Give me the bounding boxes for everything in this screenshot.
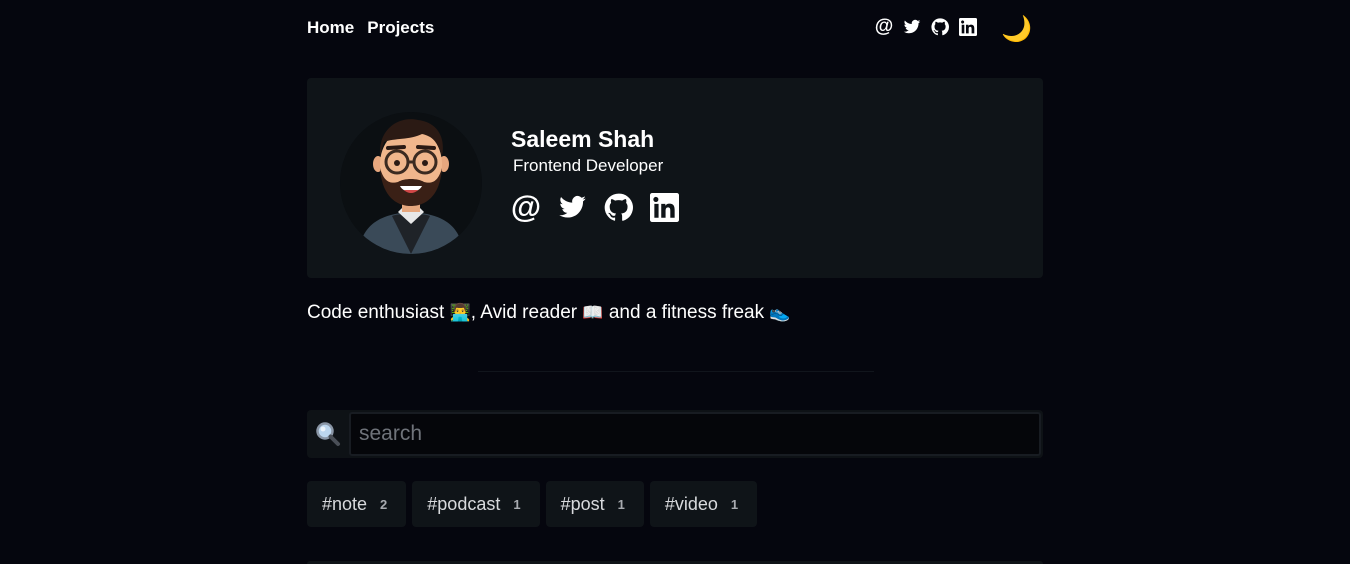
theme-toggle-moon-icon[interactable]: 🌙 [1001,14,1032,44]
book-emoji-icon: 📖 [582,303,604,322]
bio-part-3: and a fitness freak [608,302,765,323]
search-icon [313,419,343,449]
tag-podcast[interactable]: #podcast 1 [412,481,540,527]
email-icon[interactable]: @ [511,191,541,222]
nav-links: Home Projects [307,18,434,38]
tag-label: #post [560,493,605,514]
tag-list: #note 2 #podcast 1 #post 1 #video 1 [307,481,758,527]
bio-part-2: , Avid reader [470,302,578,323]
bio-part-1: Code enthusiast [307,302,445,323]
technologist-emoji-icon: 👨‍💻 [449,303,471,322]
tag-count: 2 [380,496,388,512]
tag-video[interactable]: #video 1 [649,481,758,527]
tag-note[interactable]: #note 2 [307,481,407,527]
tag-label: #video [664,493,718,514]
bio-text: Code enthusiast 👨‍💻, Avid reader 📖 and a… [307,302,791,324]
profile-name: Saleem Shah [511,126,655,152]
profile-social-links: @ [511,191,679,222]
twitter-icon[interactable] [903,18,921,36]
tag-count: 1 [730,496,739,512]
email-icon[interactable]: @ [875,17,894,36]
twitter-icon[interactable] [557,192,587,222]
tag-count: 1 [617,496,625,512]
search-bar [307,410,1043,458]
avatar [340,112,482,254]
section-divider [478,371,874,372]
search-input[interactable] [349,412,1041,456]
profile-card: Saleem Shah Frontend Developer @ [307,78,1043,278]
linkedin-icon[interactable] [649,192,679,222]
top-nav: Home Projects @ 🌙 [307,14,1043,44]
nav-social-links: @ [875,17,977,36]
tag-post[interactable]: #post 1 [545,481,644,527]
nav-projects-link[interactable]: Projects [367,18,434,38]
tag-label: #podcast [427,493,501,514]
tag-count: 1 [513,496,521,512]
linkedin-icon[interactable] [959,18,977,36]
nav-home-link[interactable]: Home [307,18,354,38]
page: Home Projects @ 🌙 Saleem Shah Frontend D… [0,0,1350,564]
shoe-emoji-icon: 👟 [769,303,791,322]
profile-role: Frontend Developer [513,156,664,175]
github-icon[interactable] [931,18,949,36]
github-icon[interactable] [603,192,633,222]
tag-label: #note [322,493,368,514]
